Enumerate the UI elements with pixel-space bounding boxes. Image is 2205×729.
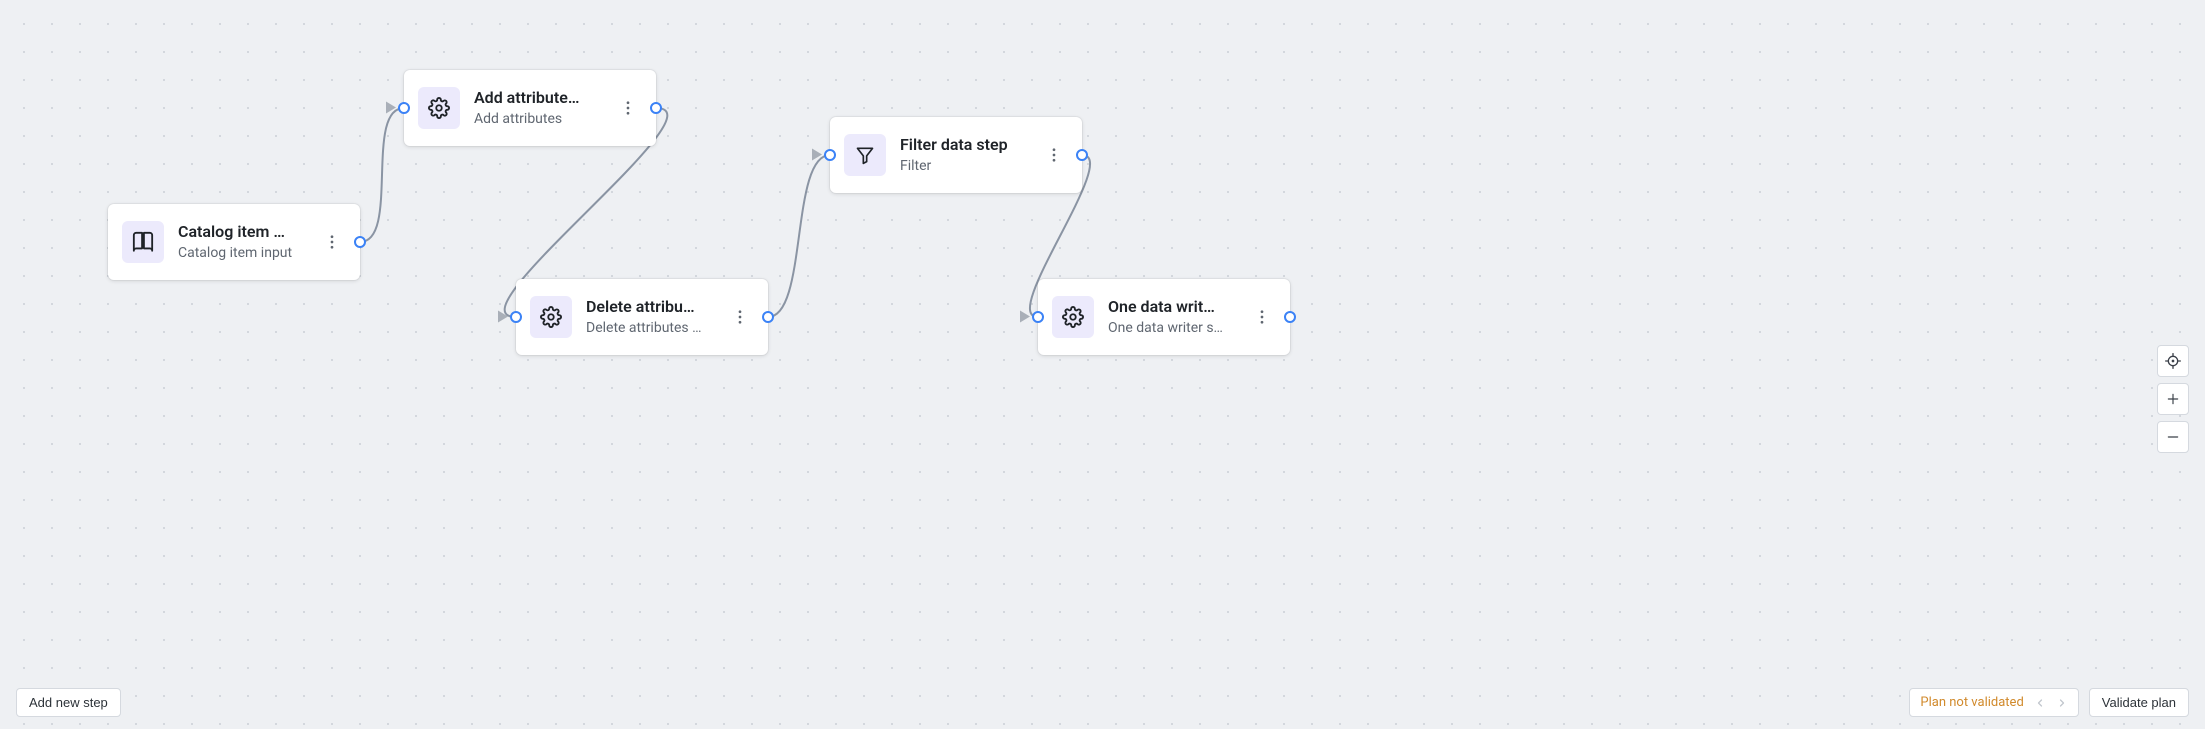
bottom-left-toolbar: Add new step xyxy=(16,688,121,717)
recenter-button[interactable] xyxy=(2157,345,2189,377)
gear-icon xyxy=(428,97,450,119)
minus-icon xyxy=(2166,430,2180,444)
status-next-button[interactable] xyxy=(2056,697,2068,709)
node-icon-box xyxy=(1052,296,1094,338)
zoom-out-button[interactable] xyxy=(2157,421,2189,453)
zoom-in-button[interactable] xyxy=(2157,383,2189,415)
node-output-port[interactable] xyxy=(354,236,366,248)
input-arrow-icon xyxy=(1020,311,1030,323)
node-icon-box xyxy=(418,87,460,129)
node-subtitle: One data writer s… xyxy=(1108,319,1244,337)
more-vertical-icon xyxy=(731,308,749,326)
node-input-indicator xyxy=(386,99,396,118)
node-icon-box xyxy=(530,296,572,338)
more-vertical-icon xyxy=(1045,146,1063,164)
chevron-right-icon xyxy=(2056,697,2068,709)
node-icon-box xyxy=(122,221,164,263)
node-output-port[interactable] xyxy=(1284,311,1296,323)
add-new-step-button[interactable]: Add new step xyxy=(16,688,121,717)
node-input-indicator xyxy=(498,308,508,327)
zoom-controls xyxy=(2157,345,2189,453)
node-text: Delete attribu…Delete attributes … xyxy=(586,297,722,338)
node-more-button[interactable] xyxy=(614,99,642,117)
node-subtitle: Delete attributes … xyxy=(586,319,722,337)
validate-plan-button[interactable]: Validate plan xyxy=(2089,688,2189,717)
node-subtitle: Catalog item input xyxy=(178,244,314,262)
node-more-button[interactable] xyxy=(726,308,754,326)
bottom-right-toolbar: Plan not validated Validate plan xyxy=(1909,688,2189,717)
node-output-port[interactable] xyxy=(650,102,662,114)
node-subtitle: Add attributes xyxy=(474,110,610,128)
gear-icon xyxy=(540,306,562,328)
status-prev-button[interactable] xyxy=(2034,697,2046,709)
node-text: Filter data stepFilter xyxy=(900,135,1036,176)
canvas-dot-grid xyxy=(0,0,2205,729)
node-input-port[interactable] xyxy=(510,311,522,323)
node-more-button[interactable] xyxy=(1248,308,1276,326)
validation-status-text: Plan not validated xyxy=(1920,695,2023,710)
node-filter[interactable]: Filter data stepFilter xyxy=(830,117,1082,193)
node-title: One data writ… xyxy=(1108,297,1244,318)
node-output-port[interactable] xyxy=(762,311,774,323)
node-more-button[interactable] xyxy=(1040,146,1068,164)
node-input-port[interactable] xyxy=(398,102,410,114)
node-title: Delete attribu… xyxy=(586,297,722,318)
node-text: One data writ…One data writer s… xyxy=(1108,297,1244,338)
plus-icon xyxy=(2166,392,2180,406)
input-arrow-icon xyxy=(386,102,396,114)
node-input-indicator xyxy=(812,146,822,165)
node-writer[interactable]: One data writ…One data writer s… xyxy=(1038,279,1290,355)
node-more-button[interactable] xyxy=(318,233,346,251)
chevron-left-icon xyxy=(2034,697,2046,709)
node-input-indicator xyxy=(1020,308,1030,327)
node-input-port[interactable] xyxy=(824,149,836,161)
more-vertical-icon xyxy=(323,233,341,251)
gear-icon xyxy=(1062,306,1084,328)
input-arrow-icon xyxy=(498,311,508,323)
node-title: Filter data step xyxy=(900,135,1036,156)
validation-status-box: Plan not validated xyxy=(1909,688,2078,717)
more-vertical-icon xyxy=(619,99,637,117)
flow-canvas[interactable]: Catalog item …Catalog item input Add attr… xyxy=(0,0,2205,729)
node-title: Add attribute… xyxy=(474,88,610,109)
node-input-port[interactable] xyxy=(1032,311,1044,323)
node-text: Add attribute…Add attributes xyxy=(474,88,610,129)
node-delete[interactable]: Delete attribu…Delete attributes … xyxy=(516,279,768,355)
node-subtitle: Filter xyxy=(900,157,1036,175)
more-vertical-icon xyxy=(1253,308,1271,326)
book-icon xyxy=(132,231,154,253)
node-icon-box xyxy=(844,134,886,176)
node-output-port[interactable] xyxy=(1076,149,1088,161)
node-catalog[interactable]: Catalog item …Catalog item input xyxy=(108,204,360,280)
target-icon xyxy=(2165,353,2181,369)
input-arrow-icon xyxy=(812,149,822,161)
filter-icon xyxy=(855,145,875,165)
node-title: Catalog item … xyxy=(178,222,314,243)
node-add[interactable]: Add attribute…Add attributes xyxy=(404,70,656,146)
node-text: Catalog item …Catalog item input xyxy=(178,222,314,263)
